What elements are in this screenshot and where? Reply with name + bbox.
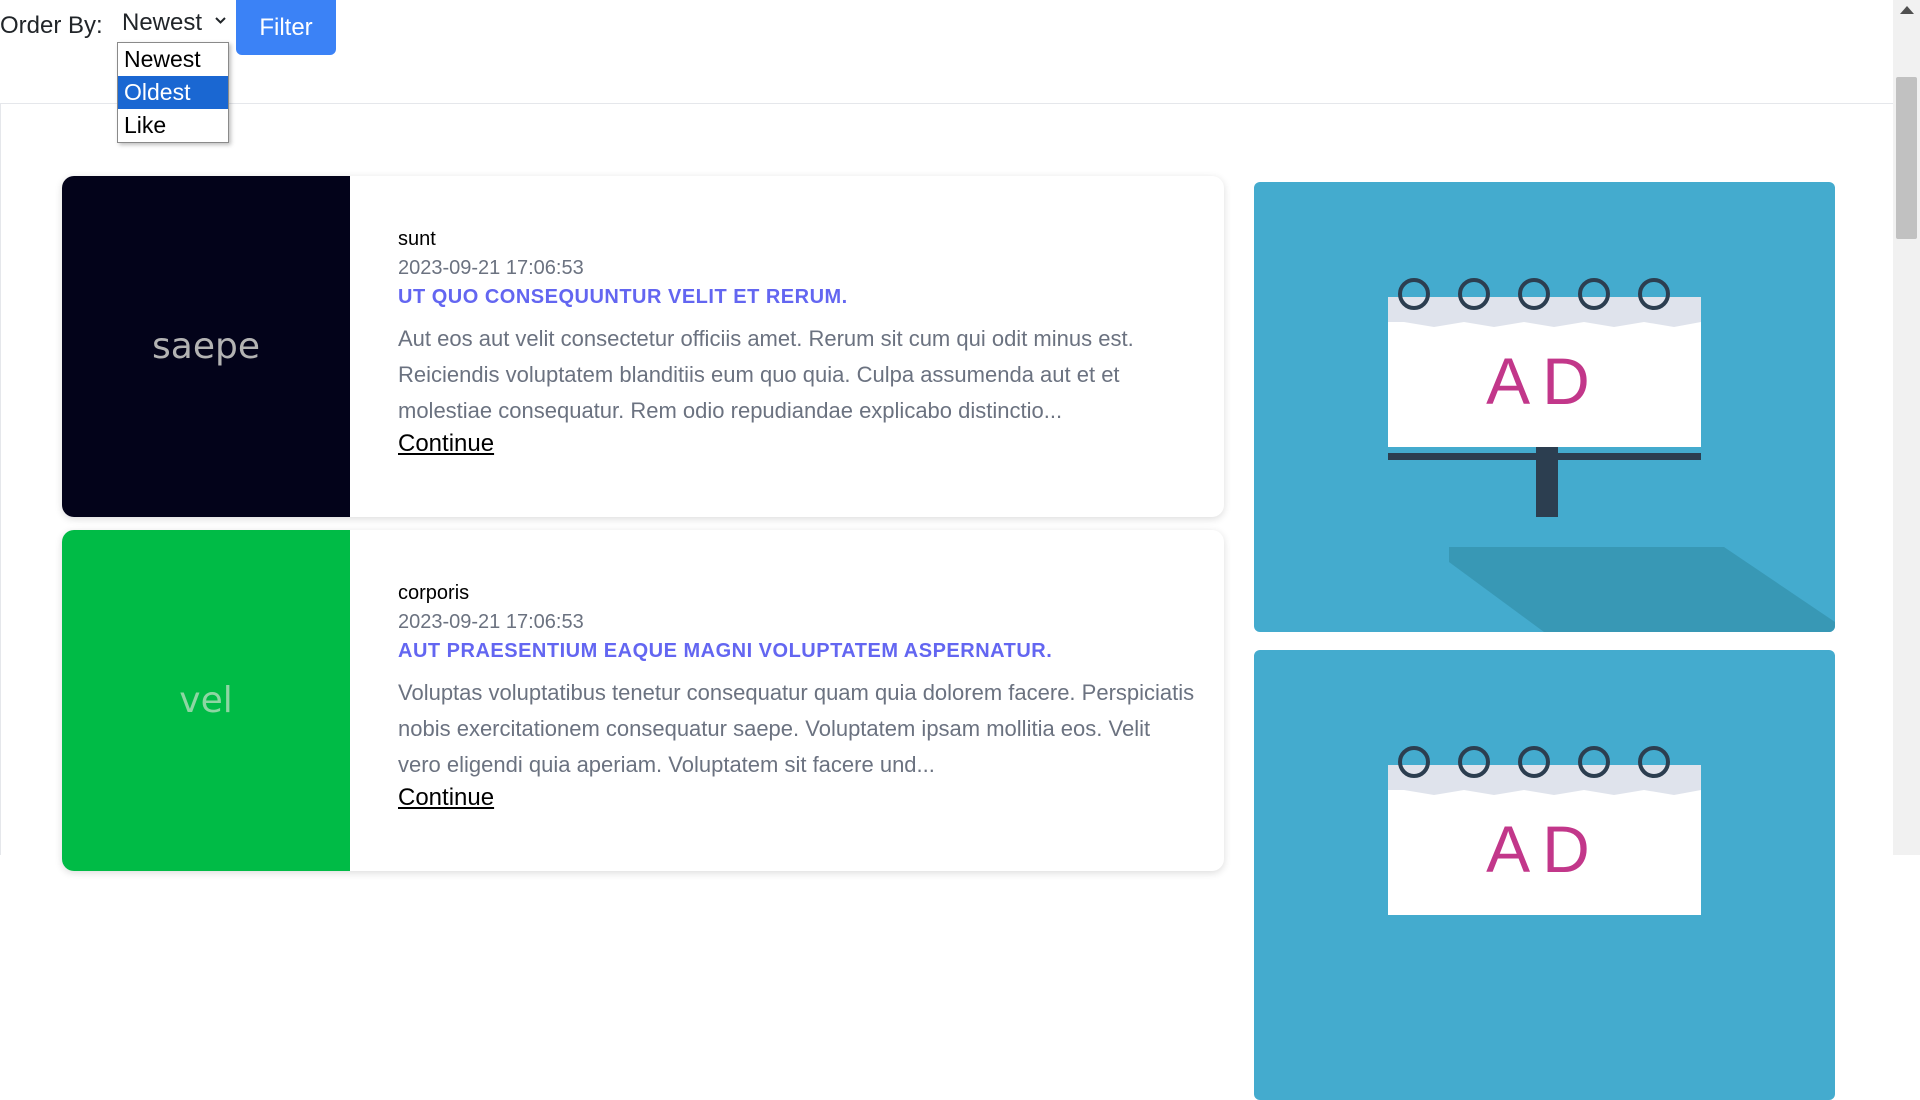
- post-title[interactable]: UT QUO CONSEQUUNTUR VELIT ET RERUM.: [398, 283, 1198, 311]
- order-by-label: Order By:: [0, 12, 103, 39]
- dropdown-option-like[interactable]: Like: [118, 109, 228, 142]
- post-thumbnail[interactable]: saepe: [62, 176, 350, 517]
- scrollbar[interactable]: [1893, 0, 1920, 855]
- order-by-dropdown: Newest Oldest Like: [117, 42, 229, 143]
- chevron-down-icon: [214, 17, 226, 24]
- filter-button[interactable]: Filter: [236, 0, 336, 55]
- billboard-illustration: AD: [1388, 746, 1701, 915]
- main-content: saepe sunt 2023-09-21 17:06:53 UT QUO CO…: [0, 103, 1893, 1100]
- continue-link[interactable]: Continue: [398, 430, 494, 458]
- post-date: 2023-09-21 17:06:53: [398, 257, 584, 279]
- post-card: saepe sunt 2023-09-21 17:06:53 UT QUO CO…: [62, 176, 1224, 517]
- toolbar: Order By: Newest Filter: [0, 0, 1893, 56]
- post-excerpt: Voluptas voluptatibus tenetur consequatu…: [398, 680, 1195, 777]
- ad-text: AD: [1486, 812, 1602, 886]
- post-excerpt: Aut eos aut velit consectetur officiis a…: [398, 326, 1134, 423]
- post-author: sunt: [398, 228, 436, 250]
- order-by-select[interactable]: Newest: [122, 9, 226, 37]
- continue-link[interactable]: Continue: [398, 784, 494, 812]
- post-thumbnail-text: vel: [179, 680, 233, 721]
- post-thumbnail[interactable]: vel: [62, 530, 350, 871]
- dropdown-option-newest[interactable]: Newest: [118, 43, 228, 76]
- dropdown-option-oldest[interactable]: Oldest: [118, 76, 228, 109]
- billboard-illustration: AD: [1388, 278, 1835, 632]
- post-title[interactable]: AUT PRAESENTIUM EAQUE MAGNI VOLUPTATEM A…: [398, 637, 1198, 665]
- scrollbar-thumb[interactable]: [1896, 77, 1917, 239]
- post-thumbnail-text: saepe: [152, 326, 260, 367]
- post-author: corporis: [398, 582, 470, 604]
- post-card: vel corporis 2023-09-21 17:06:53 AUT PRA…: [62, 530, 1224, 871]
- post-date: 2023-09-21 17:06:53: [398, 611, 584, 633]
- order-by-selected-value: Newest: [122, 9, 203, 36]
- ad-banner[interactable]: AD: [1254, 182, 1835, 632]
- ad-text: AD: [1486, 344, 1602, 418]
- post-body: corporis 2023-09-21 17:06:53 AUT PRAESEN…: [398, 579, 1198, 812]
- ad-banner[interactable]: AD: [1254, 650, 1835, 1100]
- post-body: sunt 2023-09-21 17:06:53 UT QUO CONSEQUU…: [398, 225, 1198, 458]
- scroll-up-arrow-icon[interactable]: [1900, 6, 1914, 14]
